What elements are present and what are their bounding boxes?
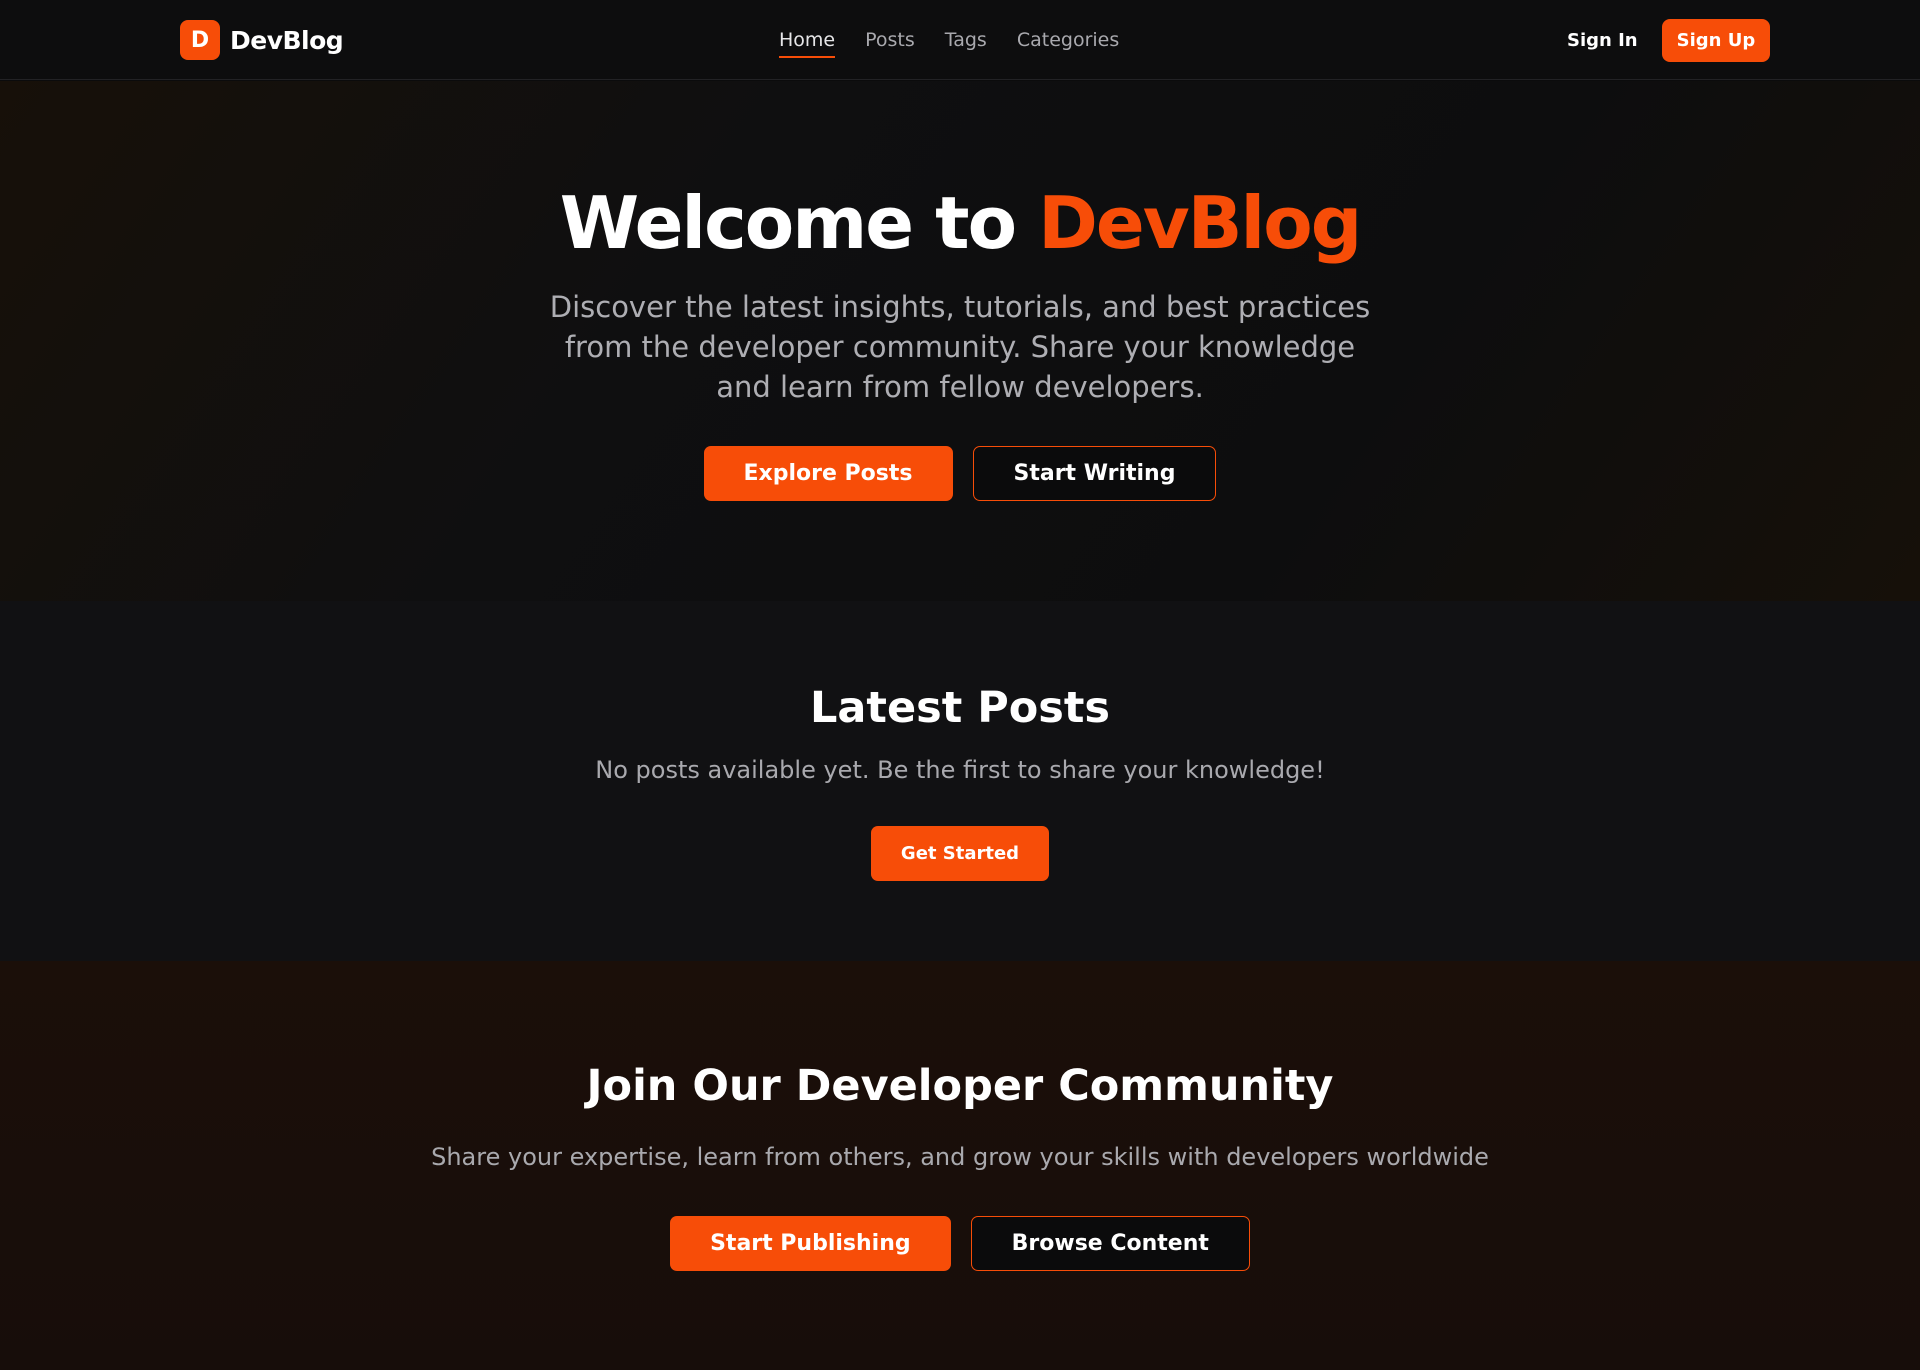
hero-title-prefix: Welcome to	[559, 181, 1039, 265]
hero-actions: Explore Posts Start Writing	[0, 446, 1920, 501]
auth-actions: Sign In Sign Up	[1567, 19, 1771, 62]
hero-title: Welcome to DevBlog	[0, 181, 1920, 265]
latest-posts-actions: Get Started	[0, 826, 1920, 881]
nav-link-home[interactable]: Home	[779, 26, 836, 58]
community-actions: Start Publishing Browse Content	[0, 1216, 1920, 1271]
sign-in-link[interactable]: Sign In	[1567, 30, 1638, 51]
hero-section: Welcome to DevBlog Discover the latest i…	[0, 81, 1920, 601]
explore-posts-button[interactable]: Explore Posts	[703, 446, 953, 501]
top-navbar: D DevBlog Home Posts Tags Categories Sig…	[0, 0, 1920, 80]
start-writing-button[interactable]: Start Writing	[972, 446, 1217, 501]
latest-posts-section: Latest Posts No posts available yet. Be …	[0, 601, 1920, 961]
brand-logo-icon: D	[180, 20, 220, 60]
main-nav: Home Posts Tags Categories	[779, 26, 1149, 58]
brand-name: DevBlog	[230, 25, 344, 55]
sign-up-button[interactable]: Sign Up	[1661, 19, 1771, 62]
browse-content-button[interactable]: Browse Content	[970, 1216, 1250, 1271]
nav-link-posts[interactable]: Posts	[865, 26, 915, 58]
hero-subtitle: Discover the latest insights, tutorials,…	[549, 290, 1371, 404]
community-section: Join Our Developer Community Share your …	[0, 961, 1920, 1370]
empty-posts-message: No posts available yet. Be the first to …	[595, 756, 1325, 784]
hero-title-accent: DevBlog	[1038, 181, 1362, 265]
brand[interactable]: D DevBlog	[180, 20, 344, 60]
nav-link-categories[interactable]: Categories	[1017, 26, 1119, 58]
community-subtitle: Share your expertise, learn from others,…	[431, 1143, 1489, 1171]
start-publishing-button[interactable]: Start Publishing	[670, 1216, 951, 1271]
latest-posts-title: Latest Posts	[809, 683, 1111, 733]
nav-link-tags[interactable]: Tags	[945, 26, 987, 58]
get-started-button[interactable]: Get Started	[870, 826, 1050, 881]
community-title: Join Our Developer Community	[586, 1061, 1334, 1111]
